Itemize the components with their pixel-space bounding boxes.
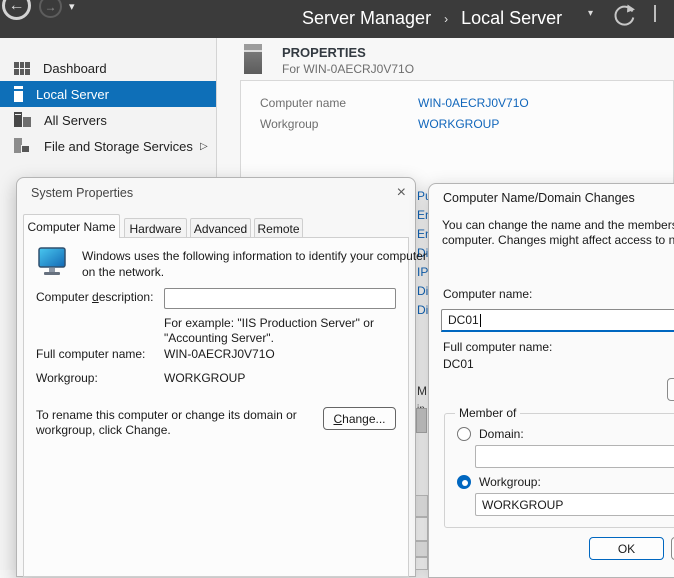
example-text-line1: For example: "IIS Production Server" or	[164, 316, 374, 330]
example-text-line2: "Accounting Server".	[164, 331, 274, 345]
expand-chevron-icon[interactable]: ▷	[200, 141, 208, 152]
properties-server-icon	[244, 44, 262, 74]
workgroup-label: Workgroup:	[36, 371, 98, 385]
text-caret	[480, 314, 481, 327]
computer-description-label: Computer description:	[36, 290, 153, 304]
file-storage-icon	[14, 138, 31, 154]
breadcrumb: Server Manager › Local Server	[302, 4, 562, 32]
workgroup-input[interactable]: WORKGROUP	[475, 493, 674, 516]
intro-text-line2: on the network.	[82, 265, 164, 279]
scrollbar-thumb[interactable]	[416, 408, 427, 433]
workgroup-value: WORKGROUP	[164, 371, 245, 385]
prop-link-computer-name[interactable]: WIN-0AECRJ0V71O	[418, 96, 529, 110]
full-computer-name-label: Full computer name:	[36, 347, 145, 361]
prop-label-workgroup: Workgroup	[260, 117, 318, 131]
clipped-background-row	[415, 517, 428, 541]
dialog-title: Computer Name/Domain Changes	[443, 191, 635, 205]
dialog-intro-line1: You can change the name and the membersh…	[442, 218, 674, 232]
prop-label-computer-name: Computer name	[260, 96, 346, 110]
refresh-icon[interactable]	[611, 2, 637, 31]
breadcrumb-separator-icon: ›	[444, 10, 448, 26]
clipped-background-row	[415, 495, 428, 517]
full-computer-name-label: Full computer name:	[443, 340, 552, 354]
tab-remote[interactable]: Remote	[254, 218, 303, 238]
back-arrow-icon: ←	[9, 0, 25, 15]
clipped-background-row	[415, 557, 428, 570]
all-servers-icon	[14, 112, 31, 128]
dashboard-grid-icon	[14, 62, 30, 75]
dialog-intro-line2: computer. Changes might affect access to…	[442, 233, 674, 247]
sidebar-item-label: All Servers	[44, 113, 107, 128]
sidebar-item-label: File and Storage Services	[44, 139, 193, 154]
ok-button[interactable]: OK	[589, 537, 664, 560]
manage-dropdown-caret-icon[interactable]: ▾	[588, 8, 593, 19]
properties-tile-title: PROPERTIES	[282, 45, 366, 60]
workgroup-radio-label[interactable]: Workgroup:	[479, 475, 541, 489]
computer-name-domain-changes-dialog: Computer Name/Domain Changes You can cha…	[428, 183, 674, 578]
system-properties-dialog: System Properties × Computer Name Hardwa…	[16, 177, 416, 577]
member-of-groupbox: Member of Domain: Workgroup: WORKGROUP	[444, 413, 674, 528]
clipped-text: M	[417, 384, 427, 398]
back-button[interactable]: ←	[2, 0, 31, 20]
tab-advanced[interactable]: Advanced	[190, 218, 251, 238]
member-of-label: Member of	[455, 406, 520, 420]
full-computer-name-value: WIN-0AECRJ0V71O	[164, 347, 275, 361]
change-button[interactable]: Change...	[323, 407, 396, 430]
notifications-flag-icon[interactable]	[654, 5, 656, 22]
sidebar-item-file-storage-services[interactable]: File and Storage Services ▷	[0, 133, 216, 159]
properties-tile-subtitle: For WIN-0AECRJ0V71O	[282, 62, 414, 76]
intro-text-line1: Windows uses the following information t…	[82, 249, 427, 263]
full-computer-name-value: DC01	[443, 357, 474, 371]
breadcrumb-root[interactable]: Server Manager	[302, 8, 431, 29]
sidebar-item-label: Dashboard	[43, 61, 107, 76]
breadcrumb-current[interactable]: Local Server	[461, 8, 562, 29]
forward-button[interactable]: →	[39, 0, 62, 18]
rename-hint-line2: workgroup, click Change.	[36, 423, 171, 437]
dialog-title: System Properties	[31, 186, 133, 200]
computer-name-tab-panel: Windows uses the following information t…	[23, 237, 409, 577]
titlebar-content: ← → ▾ Server Manager › Local Server ▾	[0, 0, 674, 38]
nav-dropdown-caret-icon[interactable]: ▾	[69, 0, 75, 13]
domain-radio-label[interactable]: Domain:	[479, 427, 524, 441]
tab-hardware[interactable]: Hardware	[124, 218, 187, 238]
close-icon[interactable]: ×	[397, 185, 406, 201]
sidebar-item-label: Local Server	[36, 87, 109, 102]
sidebar-item-all-servers[interactable]: All Servers	[0, 107, 216, 133]
workgroup-radio[interactable]	[457, 475, 471, 489]
sidebar-item-local-server[interactable]: Local Server	[0, 81, 216, 107]
server-tower-icon	[14, 86, 23, 102]
sidebar-item-dashboard[interactable]: Dashboard	[0, 55, 216, 81]
computer-name-input[interactable]: DC01	[441, 309, 674, 332]
domain-input[interactable]	[475, 445, 674, 468]
prop-link-workgroup[interactable]: WORKGROUP	[418, 117, 499, 131]
tab-computer-name[interactable]: Computer Name	[23, 214, 120, 238]
computer-description-input[interactable]	[164, 288, 396, 309]
more-button-clipped[interactable]	[667, 378, 674, 401]
clipped-prop-value: IP	[417, 265, 428, 279]
clipped-prop-value: Di	[417, 284, 428, 298]
rename-hint-line1: To rename this computer or change its do…	[36, 408, 297, 422]
clipped-background-row	[415, 541, 428, 557]
computer-name-label: Computer name:	[443, 287, 532, 301]
clipped-prop-value: Di	[417, 303, 428, 317]
forward-arrow-icon: →	[45, 0, 57, 14]
monitor-icon	[38, 247, 66, 280]
domain-radio[interactable]	[457, 427, 471, 441]
